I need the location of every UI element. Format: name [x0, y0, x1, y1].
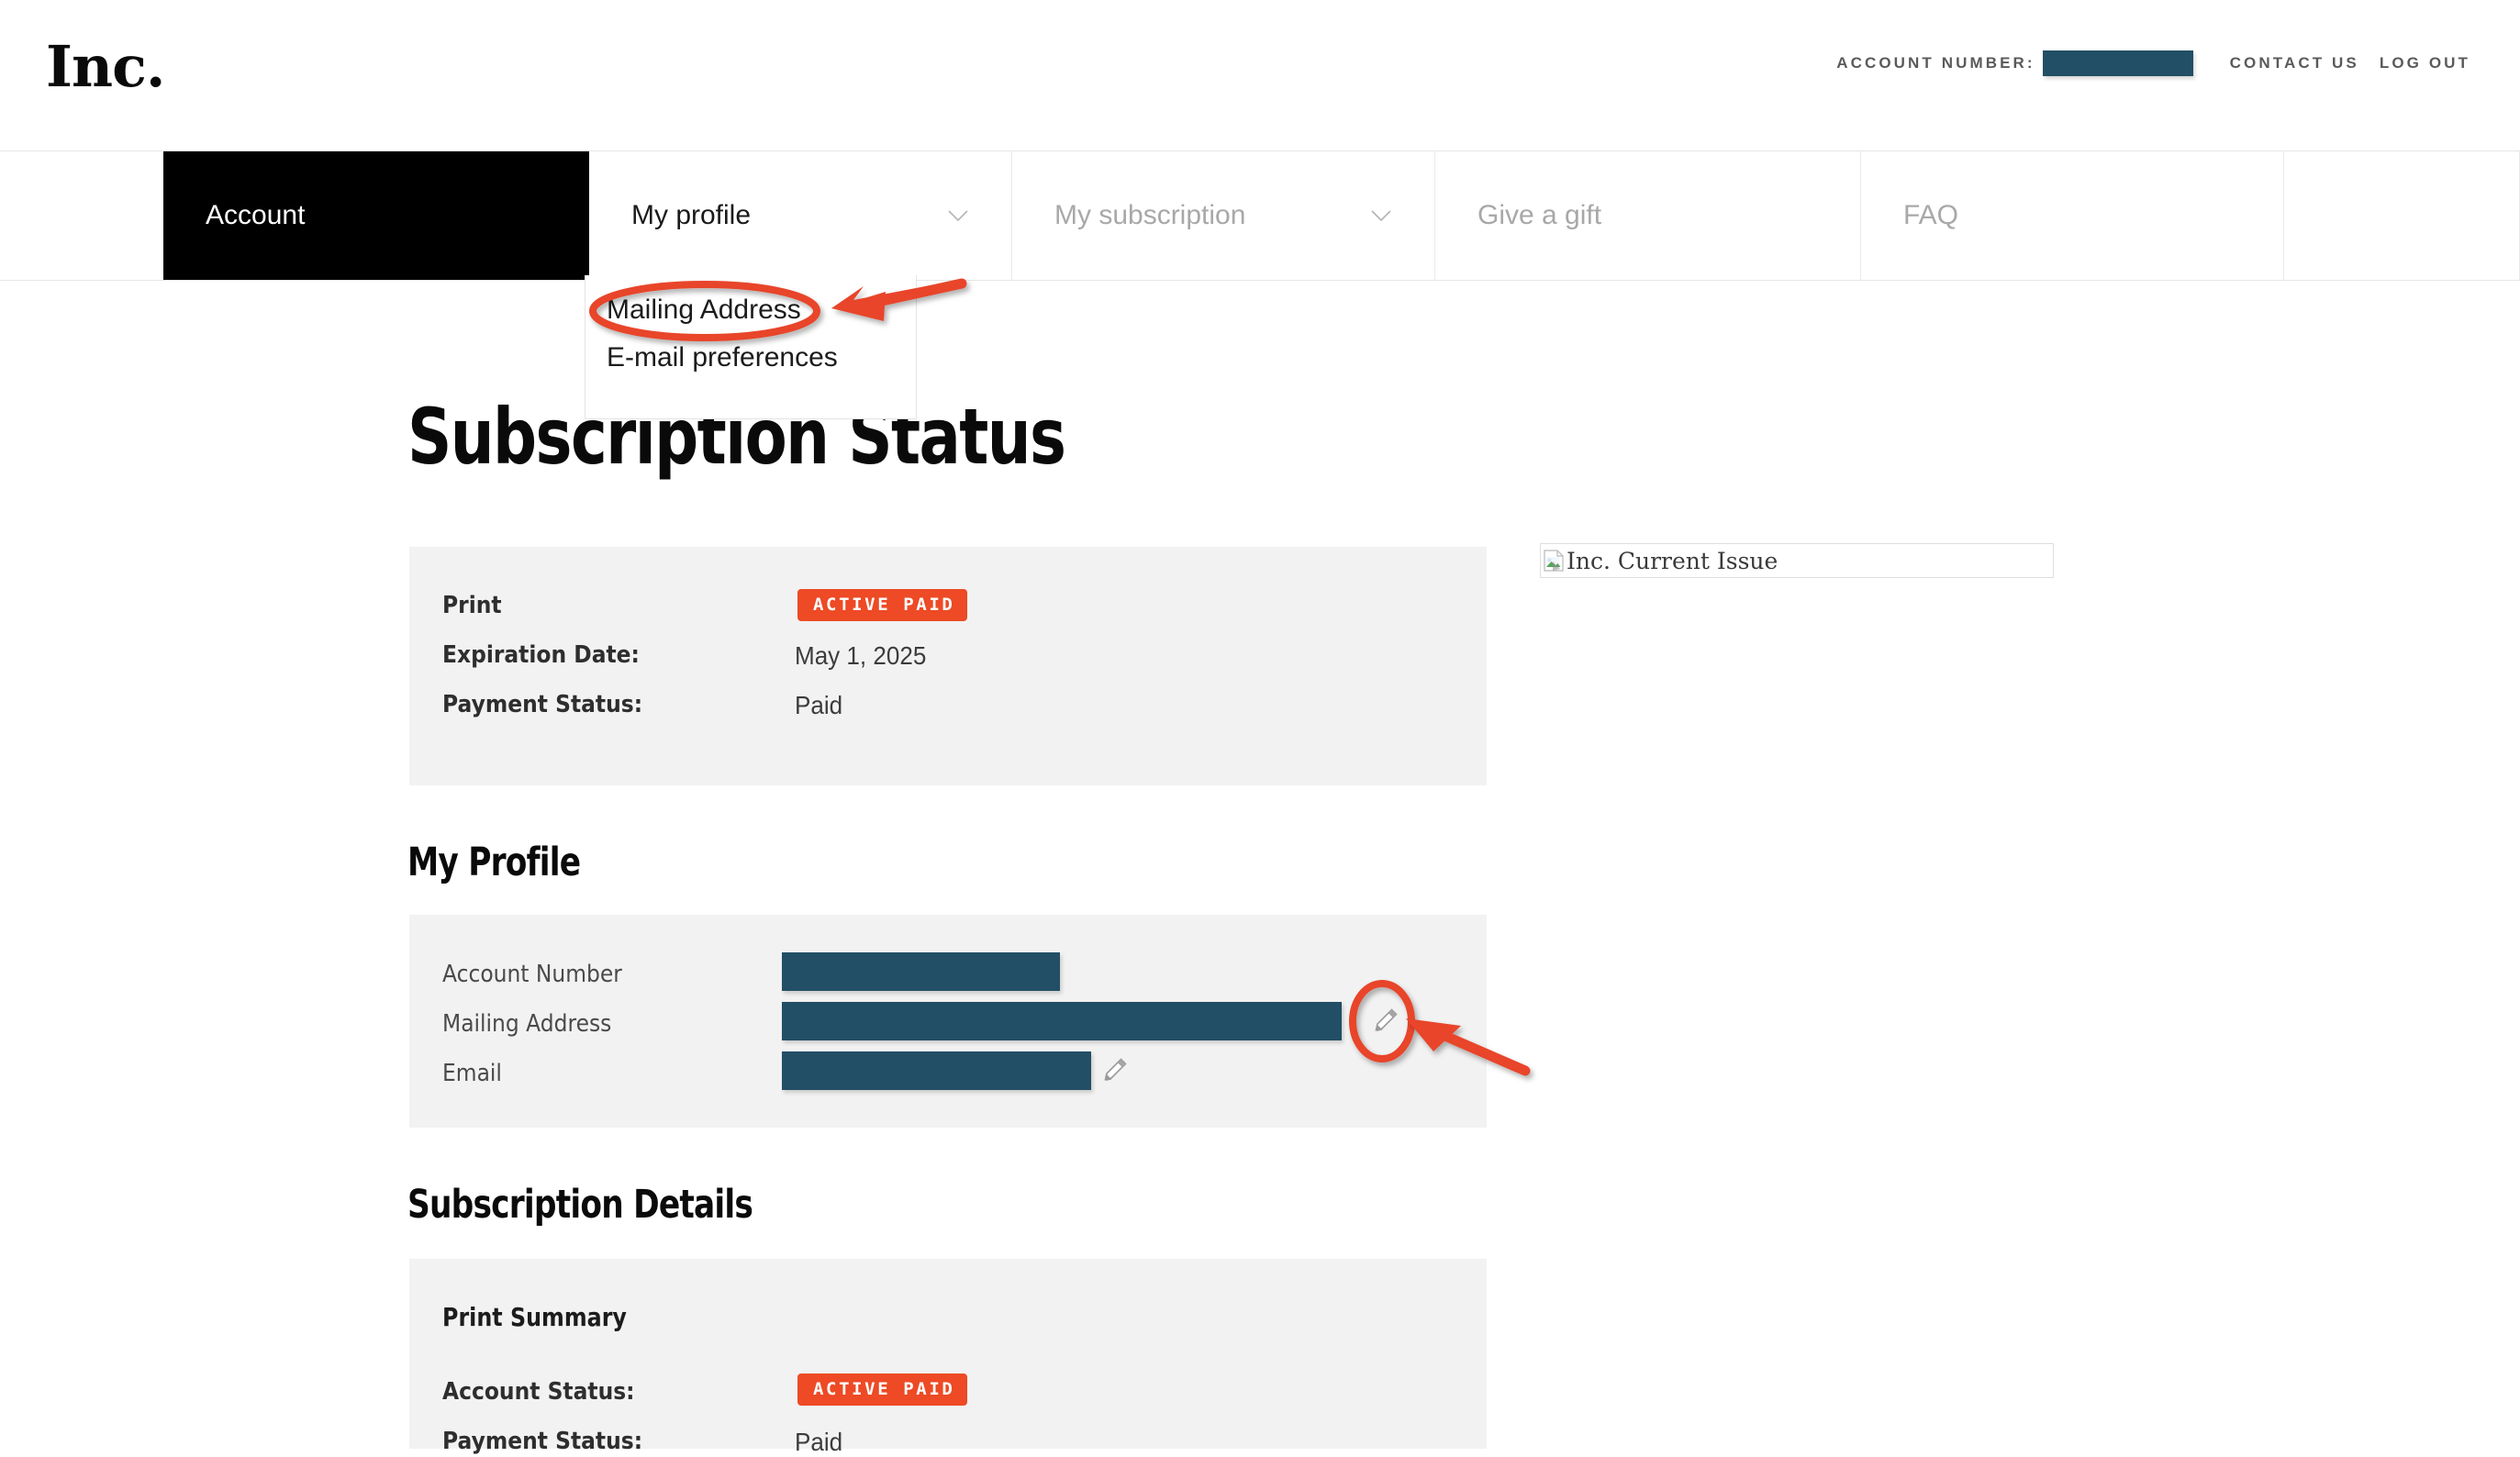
top-header: Inc. ACCOUNT NUMBER: CONTACT US LOG OUT: [0, 0, 2520, 151]
nav-item-give-a-gift-label: Give a gift: [1477, 200, 1602, 230]
my-profile-heading: My Profile: [407, 840, 581, 885]
profile-email-redacted-value: [782, 1051, 1091, 1090]
profile-account-number-label: Account Number: [442, 961, 622, 988]
payment-status-label: Payment Status:: [442, 691, 643, 718]
account-status-label: Account Status:: [442, 1378, 635, 1406]
nav-item-my-profile[interactable]: My profile: [589, 151, 1012, 280]
broken-image-icon: [1543, 549, 1567, 573]
details-payment-status-label: Payment Status:: [442, 1428, 643, 1455]
nav-item-my-subscription[interactable]: My subscription: [1012, 151, 1435, 280]
print-summary-subheading: Print Summary: [442, 1302, 627, 1332]
dropdown-item-email-preferences[interactable]: E-mail preferences: [607, 342, 838, 373]
chevron-down-icon: [1370, 209, 1392, 222]
print-card-title: Print: [442, 592, 502, 619]
nav-left-spacer: [0, 151, 163, 280]
subscription-details-heading: Subscription Details: [407, 1182, 753, 1228]
details-payment-status-value: Paid: [795, 1428, 843, 1456]
nav-item-give-a-gift[interactable]: Give a gift: [1435, 151, 1861, 280]
account-number-redacted-value: [2042, 50, 2193, 76]
main-navigation: Account My profile My subscription Give …: [0, 151, 2520, 281]
expiration-date-label: Expiration Date:: [442, 641, 640, 669]
profile-mailing-address-label: Mailing Address: [442, 1010, 612, 1038]
profile-email-label: Email: [442, 1060, 502, 1087]
nav-item-account-label: Account: [206, 200, 306, 230]
account-number-label: ACCOUNT NUMBER:: [1836, 54, 2035, 72]
nav-item-faq-label: FAQ: [1903, 200, 1959, 230]
payment-status-value: Paid: [795, 691, 843, 719]
cover-image-placeholder: Inc. Current Issue: [1540, 543, 2054, 578]
account-status-badge: ACTIVE PAID: [797, 1374, 968, 1406]
print-status-badge: ACTIVE PAID: [797, 589, 968, 621]
chevron-down-icon: [947, 209, 969, 222]
nav-item-my-profile-label: My profile: [631, 200, 752, 230]
expiration-date-value: May 1, 2025: [795, 641, 927, 670]
log-out-link[interactable]: LOG OUT: [2380, 54, 2470, 72]
dropdown-item-mailing-address[interactable]: Mailing Address: [607, 295, 801, 326]
my-profile-dropdown-menu: Mailing Address E-mail preferences: [585, 275, 917, 419]
nav-item-faq[interactable]: FAQ: [1861, 151, 2284, 280]
utility-nav: ACCOUNT NUMBER: CONTACT US LOG OUT: [1836, 50, 2470, 76]
contact-us-link[interactable]: CONTACT US: [2230, 54, 2359, 72]
email-edit-pencil-icon[interactable]: [1098, 1055, 1130, 1086]
inc-logo[interactable]: Inc.: [46, 39, 165, 95]
cover-image-alt-text: Inc. Current Issue: [1567, 547, 1778, 574]
profile-mailing-address-redacted-value: [782, 1002, 1342, 1040]
mailing-address-edit-pencil-icon[interactable]: [1369, 1006, 1400, 1037]
nav-item-my-subscription-label: My subscription: [1054, 200, 1246, 230]
subscription-details-card: [409, 1259, 1487, 1449]
nav-item-empty: [2284, 151, 2520, 280]
profile-account-number-redacted-value: [782, 952, 1060, 991]
nav-item-account[interactable]: Account: [163, 151, 589, 280]
